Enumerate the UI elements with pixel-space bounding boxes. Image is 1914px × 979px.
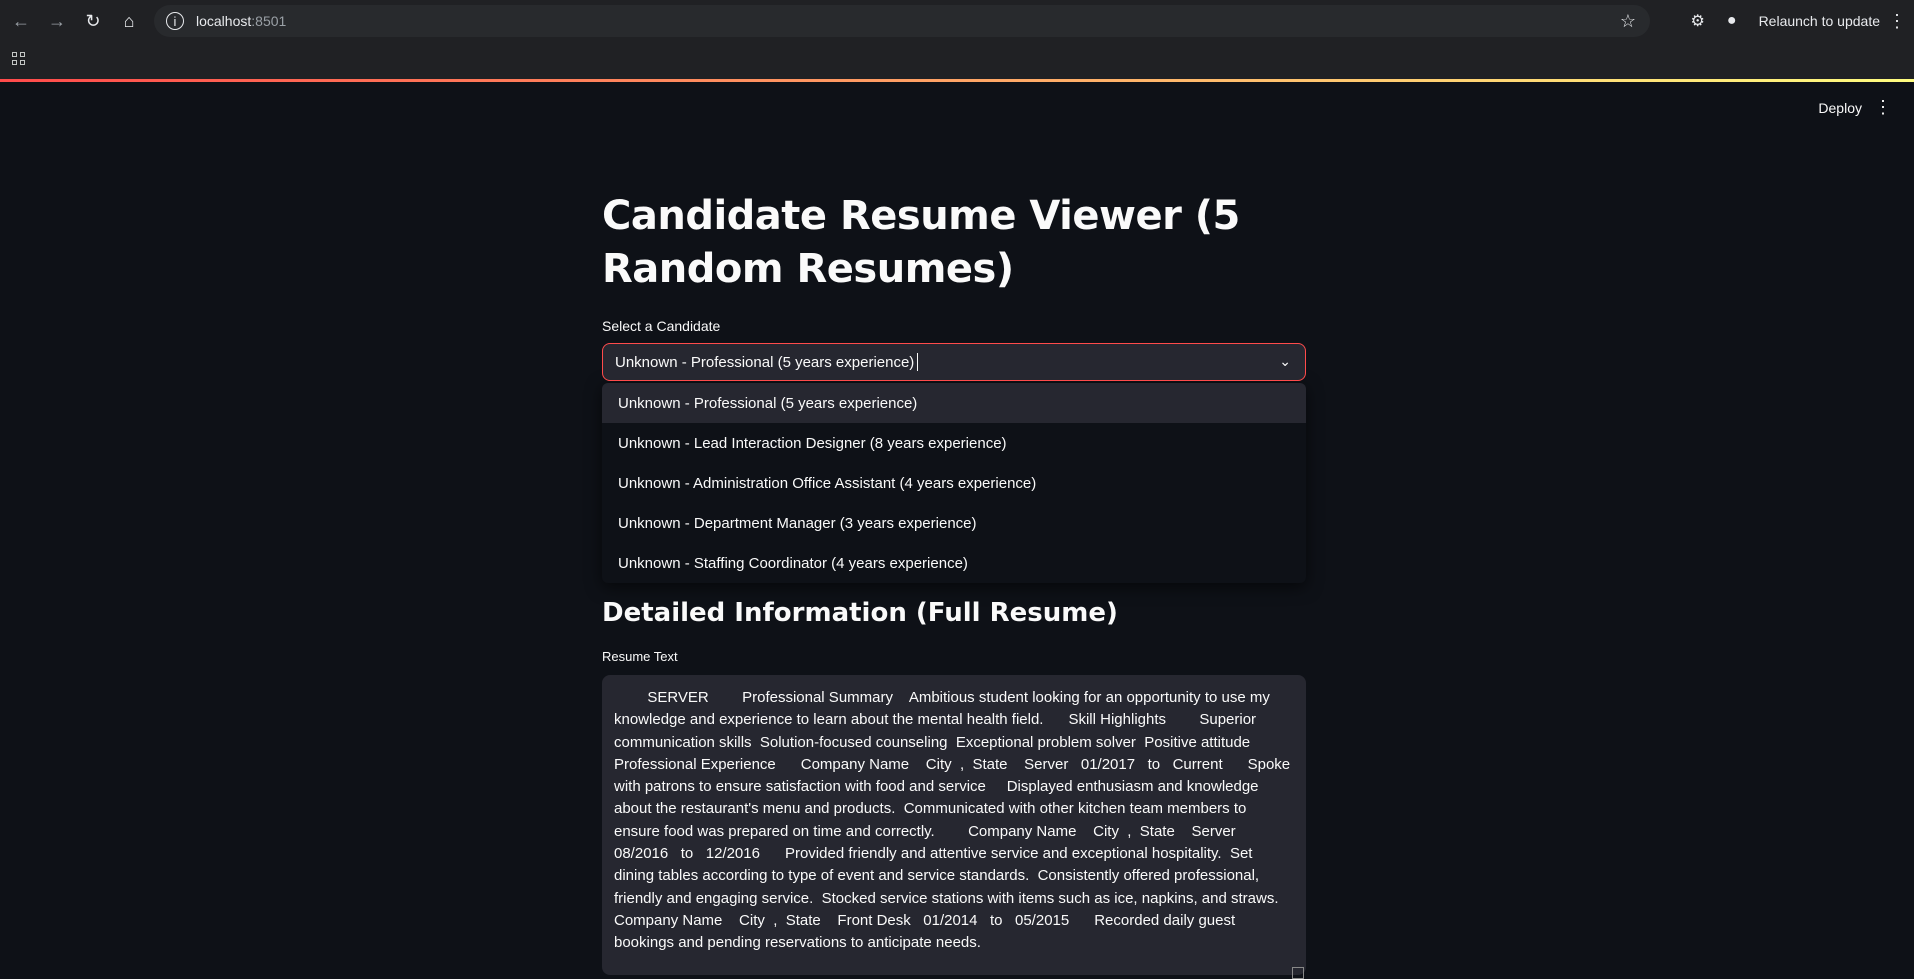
browser-menu-icon[interactable]: ⋮ — [1888, 11, 1906, 32]
main-menu-icon[interactable]: ⋮ — [1874, 97, 1892, 118]
resume-text-label: Resume Text — [602, 649, 678, 664]
url-text[interactable]: localhost:8501 — [196, 13, 286, 29]
page-title: Candidate Resume Viewer (5 Random Resume… — [602, 193, 1240, 292]
bookmark-star-icon[interactable]: ☆ — [1620, 11, 1636, 32]
candidate-select[interactable]: Unknown - Professional (5 years experien… — [602, 343, 1306, 381]
streamlit-header-decoration — [0, 79, 1914, 82]
text-caret — [917, 353, 919, 371]
site-info-icon[interactable]: i — [166, 12, 184, 30]
main-content: Candidate Resume Viewer (5 Random Resume… — [602, 190, 1306, 979]
apps-grid-icon[interactable] — [12, 52, 26, 66]
incognito-icon[interactable]: ⚙ — [1691, 11, 1705, 31]
forward-icon[interactable]: → — [42, 6, 72, 36]
deploy-button[interactable]: Deploy — [1818, 100, 1862, 116]
url-port: :8501 — [251, 13, 287, 29]
candidate-dropdown: Unknown - Professional (5 years experien… — [602, 383, 1306, 583]
chevron-down-icon[interactable]: ⌄ — [1279, 353, 1291, 370]
bookmarks-bar — [0, 42, 1914, 79]
resize-handle[interactable] — [1292, 967, 1304, 979]
home-icon[interactable]: ⌂ — [114, 6, 144, 36]
reload-icon[interactable]: ↻ — [78, 6, 108, 36]
address-bar[interactable]: i localhost:8501 ☆ — [154, 5, 1650, 37]
resume-textarea[interactable]: SERVER Professional Summary Ambitious st… — [602, 675, 1306, 975]
dropdown-option[interactable]: Unknown - Administration Office Assistan… — [602, 463, 1306, 503]
browser-toolbar: ← → ↻ ⌂ i localhost:8501 ☆ ⚙ ● Relaunch … — [0, 0, 1914, 42]
section-heading: Detailed Information (Full Resume) — [602, 598, 1118, 628]
dropdown-option[interactable]: Unknown - Department Manager (3 years ex… — [602, 503, 1306, 543]
dropdown-option[interactable]: Unknown - Professional (5 years experien… — [602, 383, 1306, 423]
profile-icon[interactable]: ● — [1727, 12, 1737, 30]
back-icon[interactable]: ← — [6, 6, 36, 36]
dropdown-option[interactable]: Unknown - Lead Interaction Designer (8 y… — [602, 423, 1306, 463]
dropdown-option[interactable]: Unknown - Staffing Coordinator (4 years … — [602, 543, 1306, 583]
url-host: localhost — [196, 13, 252, 29]
select-label: Select a Candidate — [602, 318, 721, 334]
relaunch-button[interactable]: Relaunch to update — [1759, 13, 1880, 29]
select-value: Unknown - Professional (5 years experien… — [615, 353, 915, 371]
